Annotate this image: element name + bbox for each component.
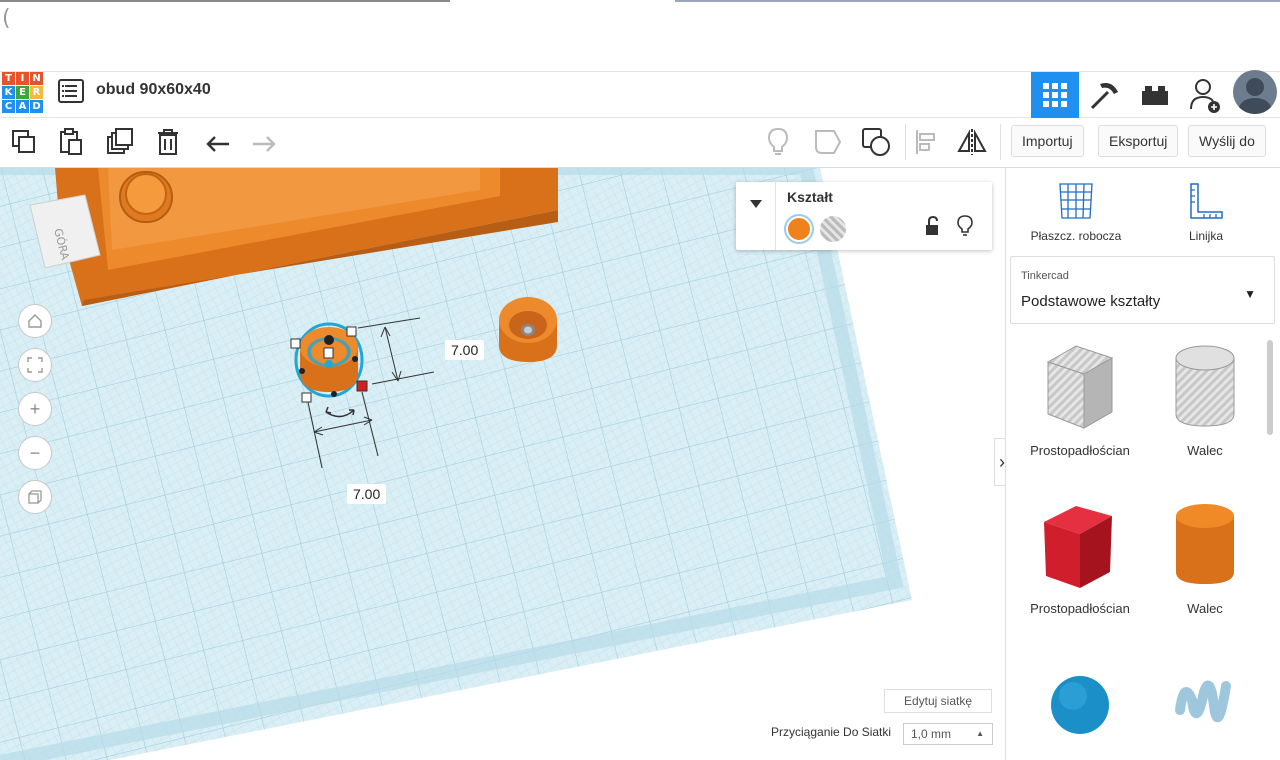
tab-indicator-2	[675, 0, 1280, 2]
mirror-icon	[957, 129, 987, 155]
ruler-icon	[1190, 183, 1223, 219]
invite-user-button[interactable]	[1181, 72, 1229, 118]
hollow-cylinder[interactable]	[499, 297, 557, 362]
tab-indicator	[0, 0, 450, 2]
browser-strip: (	[0, 0, 1280, 72]
redo-button[interactable]	[248, 126, 280, 158]
unlock-icon[interactable]	[924, 216, 940, 236]
home-icon	[28, 314, 42, 328]
trash-icon	[158, 129, 178, 155]
library-brand: Tinkercad	[1021, 270, 1069, 282]
undo-button[interactable]	[202, 126, 234, 158]
light-button[interactable]	[762, 126, 794, 158]
toolbar-divider	[1000, 124, 1001, 160]
library-name: Podstawowe kształty	[1021, 293, 1161, 310]
edit-grid-button[interactable]: Edytuj siatkę	[884, 689, 992, 713]
ungroup-icon	[862, 128, 890, 156]
solid-color-swatch[interactable]	[784, 214, 814, 244]
snap-grid-label: Przyciąganie Do Siatki	[771, 725, 892, 739]
undo-icon	[206, 136, 229, 152]
dimension-depth-label[interactable]: 7.00	[445, 340, 485, 360]
align-button[interactable]	[910, 126, 942, 158]
shape-box[interactable]: Prostopadłościan	[1015, 500, 1145, 616]
shape-label: Walec	[1187, 601, 1223, 616]
ruler-tool-label: Linijka	[1188, 229, 1224, 243]
design-title[interactable]: obud 90x60x40	[96, 81, 211, 99]
sidebar-scrollbar[interactable]	[1267, 340, 1273, 435]
workplane-icon	[1059, 183, 1093, 219]
toolbar-divider	[905, 124, 906, 160]
snap-grid-select[interactable]: 1,0 mm ▲	[903, 723, 993, 745]
workplane-tool[interactable]: Płaszcz. robocza	[1016, 182, 1136, 243]
shape-scribble[interactable]	[1140, 670, 1270, 755]
sphere-blue-icon	[1051, 676, 1109, 734]
shape-label: Walec	[1187, 443, 1223, 458]
snap-grid-value: 1,0 mm	[911, 727, 952, 741]
bricks-view-button[interactable]	[1131, 72, 1179, 118]
shape-cylinder[interactable]: Walec	[1140, 500, 1270, 616]
workplane-canvas[interactable]: GÓRA 7.00 7.00 + −	[0, 168, 1005, 760]
design-list-icon[interactable]	[58, 79, 84, 103]
shape-label: Prostopadłościan	[1030, 443, 1130, 458]
minus-icon: −	[29, 442, 41, 463]
edit-toolbar	[0, 118, 1280, 168]
fit-view-button[interactable]	[18, 348, 52, 382]
shape-sphere[interactable]	[1015, 670, 1145, 745]
3d-view-button[interactable]	[1031, 72, 1079, 118]
ungroup-button[interactable]	[860, 126, 892, 158]
plus-icon: +	[29, 398, 41, 419]
inspector-title: Kształt	[787, 189, 833, 205]
duplicate-icon	[107, 128, 133, 154]
shape-cylinder-hole[interactable]: Walec	[1140, 342, 1270, 458]
browser-fragment: (	[2, 6, 11, 31]
caret-up-icon: ▲	[976, 729, 984, 738]
paste-icon	[60, 128, 82, 155]
ruler-tool[interactable]: Linijka	[1146, 182, 1266, 243]
dimension-width-label[interactable]: 7.00	[347, 484, 387, 504]
ortho-icon	[28, 490, 42, 504]
inspector-toggle[interactable]	[736, 182, 776, 250]
shape-inspector: Kształt	[736, 182, 992, 250]
user-avatar[interactable]	[1233, 70, 1277, 114]
export-button[interactable]: Eksportuj	[1098, 125, 1179, 157]
paste-button[interactable]	[55, 126, 87, 158]
cylinder-orange-icon	[1176, 504, 1234, 584]
shape-label: Prostopadłościan	[1030, 601, 1130, 616]
copy-icon	[12, 130, 35, 153]
delete-button[interactable]	[152, 126, 184, 158]
grid-view-icon	[1043, 83, 1067, 107]
pickaxe-icon	[1090, 83, 1118, 110]
box-hole-icon	[1046, 345, 1114, 429]
lightbulb-icon	[767, 127, 789, 155]
perspective-button[interactable]	[18, 480, 52, 514]
home-view-button[interactable]	[18, 304, 52, 338]
group-icon	[815, 130, 842, 154]
brick-icon	[1142, 86, 1168, 105]
redo-icon	[253, 136, 276, 152]
zoom-out-button[interactable]: −	[18, 436, 52, 470]
lightbulb-icon[interactable]	[957, 215, 973, 237]
workplane-tool-label: Płaszcz. robocza	[1030, 229, 1122, 243]
caret-down-icon: ▼	[1244, 287, 1256, 301]
send-to-button[interactable]: Wyślij do	[1188, 125, 1266, 157]
group-button[interactable]	[812, 126, 844, 158]
scribble-icon	[1175, 680, 1231, 723]
add-user-icon	[1190, 79, 1220, 113]
tinkercad-logo[interactable]: T I N K E R C A D	[2, 72, 46, 114]
hole-swatch[interactable]	[820, 216, 846, 242]
zoom-in-button[interactable]: +	[18, 392, 52, 426]
caret-down-icon	[750, 200, 762, 208]
mirror-button[interactable]	[956, 126, 988, 158]
align-icon	[916, 130, 935, 154]
import-button[interactable]: Importuj	[1011, 125, 1084, 157]
cylinder-hole-icon	[1175, 345, 1235, 427]
fit-icon	[27, 357, 43, 373]
blocks-view-button[interactable]	[1081, 72, 1129, 118]
shape-library-select[interactable]: Tinkercad Podstawowe kształty ▼	[1010, 256, 1275, 324]
box-red-icon	[1044, 506, 1112, 588]
duplicate-button[interactable]	[104, 126, 136, 158]
copy-button[interactable]	[8, 126, 40, 158]
workplane-grid[interactable]: GÓRA	[0, 168, 1005, 760]
shape-box-hole[interactable]: Prostopadłościan	[1015, 342, 1145, 458]
